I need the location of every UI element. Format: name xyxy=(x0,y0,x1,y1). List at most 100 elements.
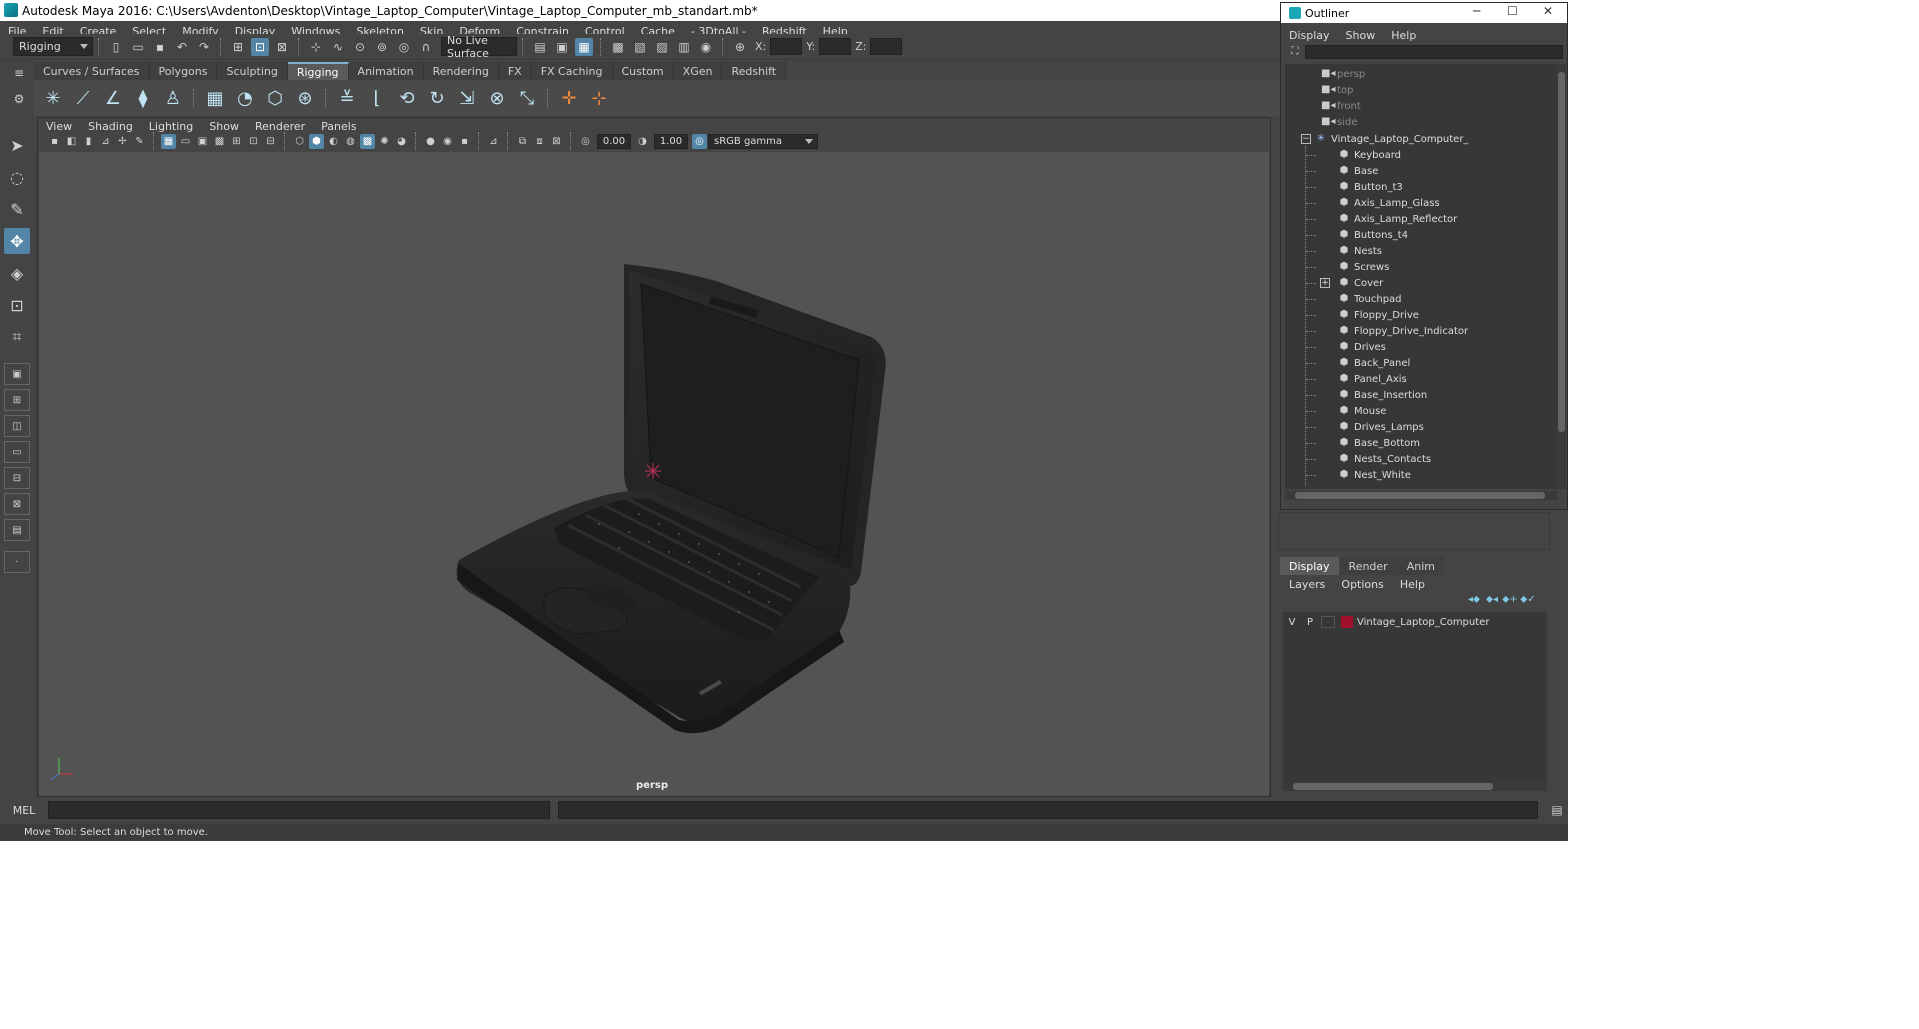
tab-display-layers[interactable]: Display xyxy=(1280,557,1339,575)
tab-xgen[interactable]: XGen xyxy=(673,62,723,80)
grid-icon[interactable]: ▦ xyxy=(161,133,176,149)
humanik-icon[interactable]: ♙ xyxy=(160,85,186,111)
shelf-settings-icon[interactable]: ⚙ xyxy=(10,90,28,108)
resolution-gate-icon[interactable]: ▣ xyxy=(195,134,210,149)
outliner-item-nests-contacts[interactable]: ⬢ Nests_Contacts xyxy=(1285,451,1557,467)
outliner-camera-front[interactable]: ■◂ front xyxy=(1285,98,1557,114)
outliner-item-floppy-drive[interactable]: ⬢ Floppy_Drive xyxy=(1285,307,1557,323)
color-management-icon[interactable]: ◎ xyxy=(692,133,707,149)
select-hierarchy-icon[interactable]: ⊞ xyxy=(229,38,247,56)
snap-curve-icon[interactable]: ∿ xyxy=(329,38,347,56)
shadows-icon[interactable]: ◕ xyxy=(394,134,409,149)
wireframe-on-shaded-icon[interactable]: ◍ xyxy=(343,134,358,149)
mel-label[interactable]: MEL xyxy=(0,804,48,817)
scale-tool-icon[interactable]: ⊡ xyxy=(4,292,30,318)
camera-attributes-icon[interactable]: ◧ xyxy=(64,134,79,149)
camera-select-icon[interactable]: ▪ xyxy=(47,134,62,149)
outliner-item-button-t3[interactable]: ⬢ Button_t3 xyxy=(1285,179,1557,195)
vp-menu-panels[interactable]: Panels xyxy=(313,120,364,133)
outliner-camera-persp[interactable]: ■◂ persp xyxy=(1285,66,1557,82)
tab-fx[interactable]: FX xyxy=(498,62,532,80)
orient-joint-icon[interactable]: ⌊ xyxy=(364,85,390,111)
outliner-graph-layout-icon[interactable]: ▤ xyxy=(4,519,30,541)
outliner-vertical-scrollbar[interactable] xyxy=(1557,64,1566,489)
hypershade-icon[interactable]: ◉ xyxy=(697,38,715,56)
outliner-item-panel-axis[interactable]: ⬢ Panel_Axis xyxy=(1285,371,1557,387)
collapse-icon[interactable]: − xyxy=(1301,134,1311,144)
outliner-item-drives[interactable]: ⬢ Drives xyxy=(1285,339,1557,355)
grease-pencil-icon[interactable]: ✎ xyxy=(132,134,147,149)
bookmark-icon[interactable]: ▮ xyxy=(81,134,96,149)
move-layer-up-icon[interactable]: ◂⬥ xyxy=(1465,594,1483,608)
tab-sculpting[interactable]: Sculpting xyxy=(217,62,288,80)
outliner-root-group[interactable]: − ✳ Vintage_Laptop_Computer_ xyxy=(1285,131,1557,147)
outliner-camera-side[interactable]: ■◂ side xyxy=(1285,114,1557,130)
layer-color-swatch[interactable] xyxy=(1341,616,1353,628)
vp-menu-show[interactable]: Show xyxy=(201,120,247,133)
y-coord-field[interactable] xyxy=(819,38,852,55)
outliner-menu-show[interactable]: Show xyxy=(1338,29,1384,42)
exposure-field[interactable]: 0.00 xyxy=(597,133,631,149)
new-layer-icon[interactable]: ⬥+ xyxy=(1501,594,1519,608)
minimize-icon[interactable]: ─ xyxy=(1473,4,1480,18)
move-tool-icon[interactable]: ✥ xyxy=(4,228,30,254)
safe-action-icon[interactable]: ⊡ xyxy=(246,134,261,149)
2d-pan-icon[interactable]: ✢ xyxy=(115,134,130,149)
layer-playback-toggle[interactable]: P xyxy=(1301,617,1319,628)
scrollbar-thumb[interactable] xyxy=(1295,492,1545,499)
scale-constraint-icon[interactable]: ⇲ xyxy=(454,85,480,111)
anti-aliasing-icon[interactable]: ▪ xyxy=(457,134,472,149)
layer-row[interactable]: V P Vintage_Laptop_Computer xyxy=(1283,614,1547,630)
two-pane-layout-icon[interactable]: ◫ xyxy=(4,415,30,437)
maximize-icon[interactable]: ☐ xyxy=(1507,4,1518,18)
snap-surface-icon[interactable]: ◎ xyxy=(395,38,413,56)
gamma-field[interactable]: 1.00 xyxy=(654,133,688,149)
xray-joints-icon[interactable]: ⧈ xyxy=(532,134,547,149)
shelf-menu-icon[interactable]: ≡ xyxy=(10,64,28,82)
vp-menu-lighting[interactable]: Lighting xyxy=(141,120,201,133)
new-layer-selected-icon[interactable]: ⬥✓ xyxy=(1519,594,1537,608)
snap-grid-icon[interactable]: ⊹ xyxy=(307,38,325,56)
paint-weights-icon[interactable]: ≚ xyxy=(334,85,360,111)
outliner-item-drives-lamps[interactable]: ⬢ Drives_Lamps xyxy=(1285,419,1557,435)
select-tool-icon[interactable]: ➤ xyxy=(4,132,30,158)
xray-icon[interactable]: ⧉ xyxy=(515,134,530,149)
colorspace-dropdown[interactable]: sRGB gamma xyxy=(708,133,818,149)
undo-icon[interactable]: ↶ xyxy=(173,38,191,56)
select-object-icon[interactable]: ⊡ xyxy=(251,37,269,56)
pole-vector-icon[interactable]: ⤡ xyxy=(514,85,540,111)
screen-space-ao-icon[interactable]: ● xyxy=(423,134,438,149)
lasso-tool-icon[interactable]: ◌ xyxy=(4,164,30,190)
locator-parent-icon[interactable]: ⊹ xyxy=(586,85,612,111)
outliner-filter-icon[interactable]: ⛶ xyxy=(1288,44,1302,58)
select-component-icon[interactable]: ⊠ xyxy=(273,38,291,56)
menuset-dropdown[interactable]: Rigging xyxy=(13,37,93,56)
live-surface-field[interactable]: No Live Surface xyxy=(441,34,517,60)
transform-mode-icon[interactable]: ⊕ xyxy=(731,38,749,56)
outliner-horizontal-scrollbar[interactable] xyxy=(1285,491,1557,500)
layout-options-icon[interactable]: · xyxy=(4,551,30,573)
render-view-icon[interactable]: ▩ xyxy=(609,38,627,56)
tab-render-layers[interactable]: Render xyxy=(1339,557,1397,575)
gamma-icon[interactable]: ◑ xyxy=(635,134,650,149)
outliner-persp-layout-icon[interactable]: ▭ xyxy=(4,441,30,463)
locator-icon[interactable]: ✛ xyxy=(556,85,582,111)
layer-menu-layers[interactable]: Layers xyxy=(1281,578,1333,591)
layer-menu-help[interactable]: Help xyxy=(1392,578,1433,591)
outliner-item-mouse[interactable]: ⬢ Mouse xyxy=(1285,403,1557,419)
expand-icon[interactable]: + xyxy=(1320,278,1330,288)
gate-mask-icon[interactable]: ▩ xyxy=(212,134,227,149)
close-icon[interactable]: ✕ xyxy=(1543,4,1553,18)
render-settings-icon[interactable]: ▥ xyxy=(675,38,693,56)
aim-constraint-icon[interactable]: ⊗ xyxy=(484,85,510,111)
bind-skin-icon[interactable]: ▦ xyxy=(202,85,228,111)
ik-handle-icon[interactable]: ⟋ xyxy=(70,85,96,111)
safe-title-icon[interactable]: ⊟ xyxy=(263,134,278,149)
outliner-item-buttons-t4[interactable]: ⬢ Buttons_t4 xyxy=(1285,227,1557,243)
paint-select-icon[interactable]: ✎ xyxy=(4,196,30,222)
tab-fx-caching[interactable]: FX Caching xyxy=(531,62,613,80)
create-joint-icon[interactable]: ✳ xyxy=(40,85,66,111)
command-input[interactable] xyxy=(48,801,550,819)
ipr-render-icon[interactable]: ▦ xyxy=(575,37,593,56)
3d-viewport[interactable] xyxy=(39,152,1269,796)
